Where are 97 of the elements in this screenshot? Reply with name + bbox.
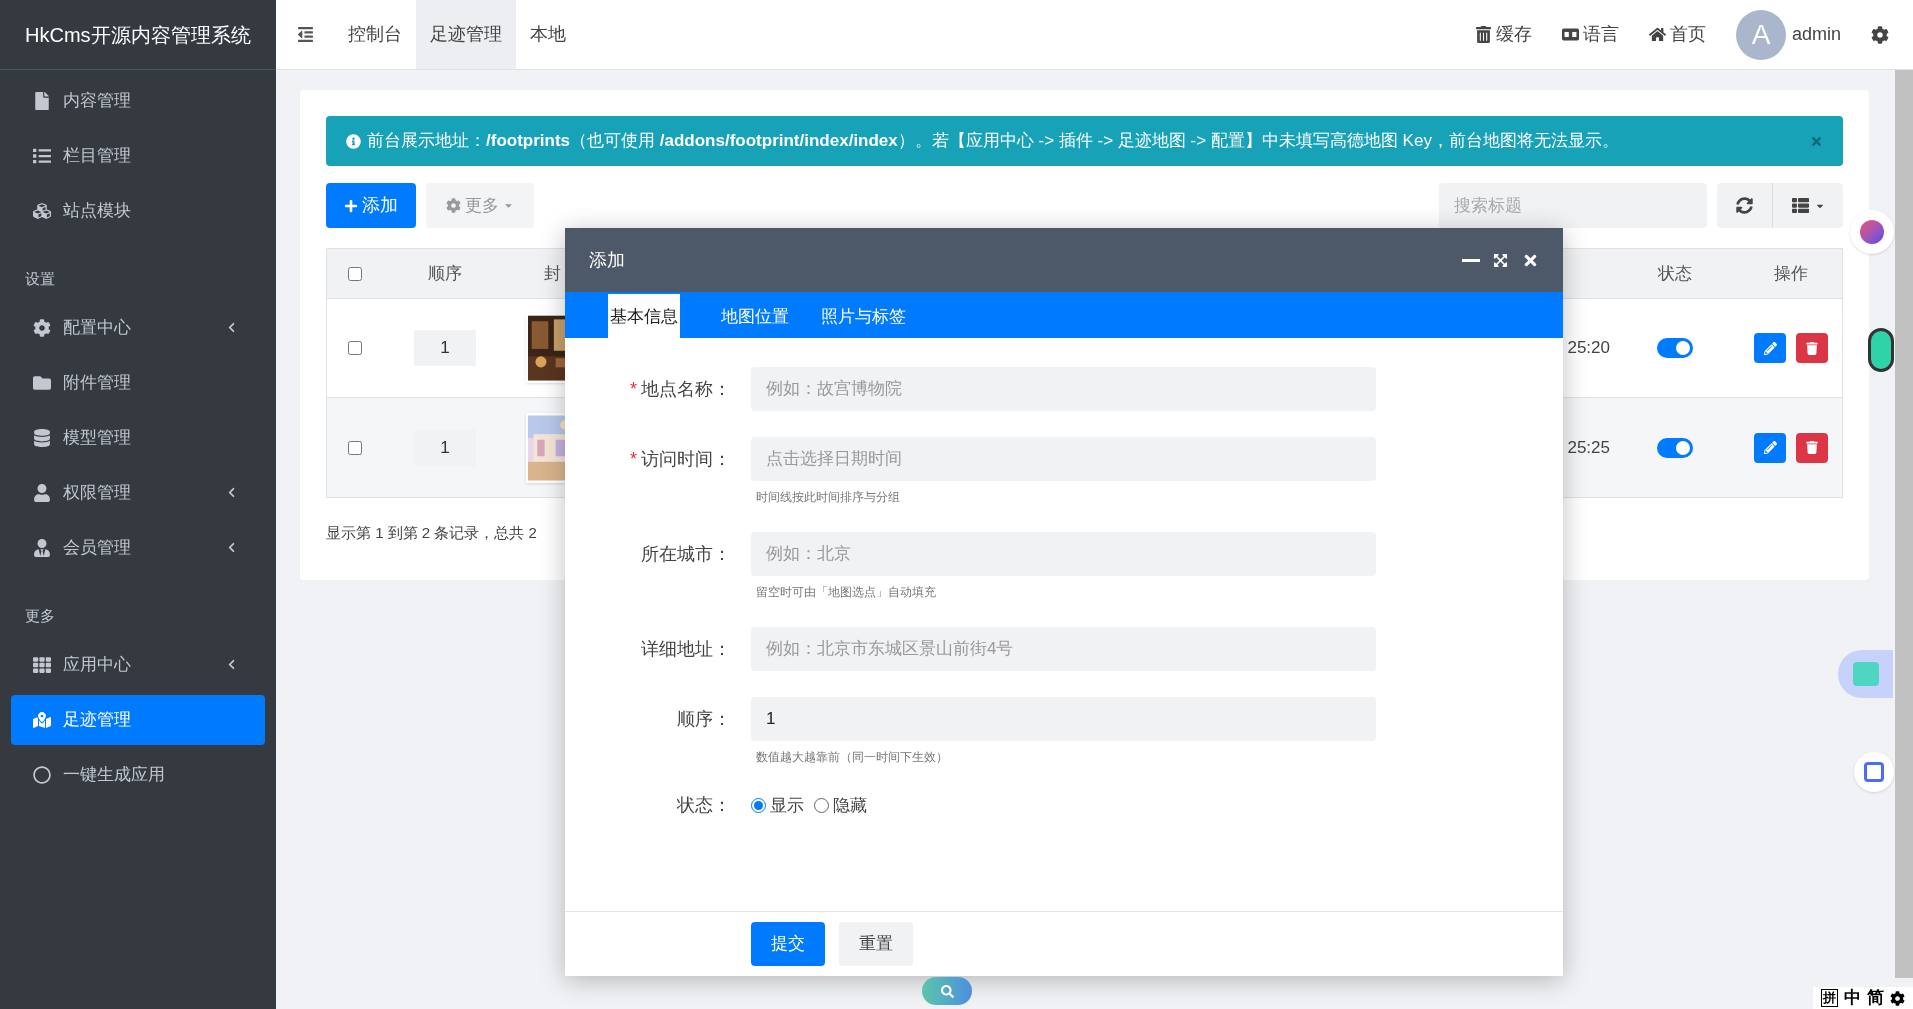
help-text: 时间线按此时间排序与分组 [756,489,901,506]
info-icon [346,133,361,149]
sidebar-item[interactable]: 附件管理 [11,357,265,408]
search-field[interactable]: 搜索标题 [1439,183,1707,228]
toggle-switch[interactable] [1657,437,1693,458]
ime-button[interactable]: 拼 [1821,989,1838,1007]
delete-button[interactable] [1796,432,1828,463]
required-mark: * [630,447,637,471]
sidebar-item[interactable]: 应用中心 [11,639,265,690]
maximize-button[interactable] [1493,252,1508,268]
home-icon [1648,26,1666,43]
field-label: 状态： [677,794,731,817]
input-field[interactable]: 例如：北京市东城区景山前街4号 [751,627,1376,671]
reset-button[interactable]: 重置 [839,922,913,966]
add-button[interactable]: 添加 [326,183,416,228]
alert-text: 前台展示地址：/footprints（也可使用 /addons/footprint/index/index）。若【应用中心 -> 插件 -> 足迹地图 -> 配置】中未填写高德地图 Key，前台地图将无法显示。 [367,130,1620,153]
column-header: 顺序 [428,263,462,283]
edit-button[interactable] [1754,432,1786,463]
table-cell-text: 25:25 [1567,436,1610,459]
refresh-icon [1736,197,1753,214]
header-link[interactable]: 缓存 [1474,21,1532,48]
field-label: 详细地址： [641,637,731,661]
required-mark: * [630,377,637,401]
menu-icon [296,26,314,43]
trash-icon [1474,26,1492,43]
database-icon [33,428,51,447]
radio-option[interactable]: 显示 [751,792,804,819]
sidebar-item[interactable]: 站点模块 [11,185,265,236]
minimize-icon [1462,258,1480,262]
gear-icon [446,198,461,213]
field-label: 顺序： [677,707,731,731]
trash-icon [1806,341,1818,355]
radio-option[interactable]: 隐藏 [814,792,867,819]
field-label: 地点名称： [641,377,731,401]
dialog-tab[interactable]: 照片与标签 [810,294,917,340]
sidebar-item[interactable]: 模型管理 [11,412,265,463]
section-label: 设置 [25,268,55,289]
select-all-checkbox[interactable] [348,266,362,281]
table-cell-text: 25:20 [1567,337,1610,360]
gear-icon [33,318,51,337]
username[interactable]: admin [1791,21,1841,48]
row-checkbox[interactable] [348,341,362,355]
toggle-switch[interactable] [1657,338,1693,358]
section-label: 更多 [25,605,55,626]
sidebar-item[interactable]: 配置中心 [11,302,265,353]
dialog-tab[interactable]: 基本信息 [608,294,680,340]
cubes-icon [33,201,51,220]
ime-button[interactable]: 中 [1844,985,1861,1009]
user-icon [33,538,51,557]
input-field[interactable]: 1 [751,697,1376,741]
list-icon [33,146,51,165]
app-title: HkCms开源内容管理系统 [25,22,251,48]
expand-icon [1493,252,1508,268]
header-link[interactable]: 首页 [1648,21,1706,48]
list-icon [1791,197,1809,214]
column-header: 封 [543,263,561,283]
plus-icon [344,198,358,213]
nav-tab[interactable]: 足迹管理 [416,0,516,69]
sidebar-item[interactable]: 足迹管理 [11,694,265,745]
search-button[interactable] [922,977,972,1005]
pencil-icon [1763,441,1777,454]
order-cell[interactable]: 1 [414,330,476,366]
gear-icon[interactable] [1890,990,1905,1006]
field-label: 访问时间： [641,447,731,471]
sidebar-item[interactable]: 内容管理 [11,75,265,126]
settings-icon[interactable] [1871,25,1889,44]
map-icon [33,710,51,729]
sidebar-item[interactable]: 一键生成应用 [11,749,265,800]
pencil-icon [1763,341,1777,355]
input-field[interactable]: 例如：北京 [751,532,1376,576]
delete-button[interactable] [1796,333,1828,363]
language-icon [1561,26,1579,43]
ime-button[interactable]: 简 [1867,985,1884,1009]
help-text: 数值越大越靠前（同一时间下生效） [756,749,949,766]
edit-button[interactable] [1754,333,1786,363]
sidebar-item[interactable]: 会员管理 [11,522,265,573]
sidebar-item[interactable]: 权限管理 [11,467,265,518]
folder-icon [33,373,51,392]
sidebar-item[interactable]: 栏目管理 [11,130,265,181]
column-header: 状态 [1658,263,1692,283]
input-field[interactable]: 例如：故宫博物院 [751,367,1376,411]
input-field[interactable]: 点击选择日期时间 [751,437,1376,481]
grid-icon [33,655,51,674]
header-link[interactable]: 语言 [1561,21,1619,48]
trash-icon [1806,441,1818,454]
row-checkbox[interactable] [348,440,362,455]
dialog-tab[interactable]: 地图位置 [710,294,800,340]
help-text: 留空时可由「地图选点」自动填充 [756,584,937,601]
dialog-title: 添加 [589,248,626,272]
file-icon [33,91,51,110]
search-icon [940,984,954,998]
column-header: 操作 [1774,263,1808,283]
submit-button[interactable]: 提交 [751,922,825,966]
field-label: 所在城市： [641,542,731,566]
order-cell[interactable]: 1 [414,429,476,466]
pagination-info: 显示第 1 到第 2 条记录，总共 2 [326,523,537,543]
user-icon [33,483,51,502]
